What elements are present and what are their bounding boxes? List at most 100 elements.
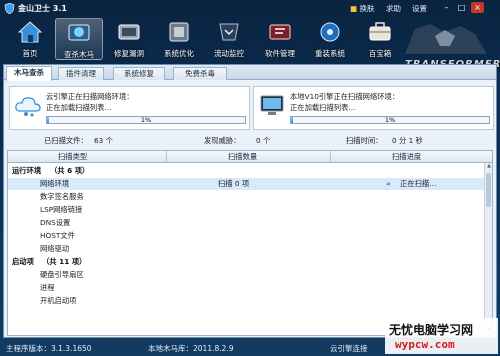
computer-icon (260, 95, 284, 115)
cloud-progress-text: 1% (140, 116, 152, 124)
nav-item-optimize[interactable]: 系统优化 (155, 18, 203, 60)
cloud-progress-bar: 1% (46, 116, 246, 124)
table-row[interactable]: 网络驱动 (8, 243, 486, 255)
table-row[interactable]: DNS设置 (8, 217, 486, 229)
table-row[interactable]: LSP网络链接 (8, 204, 486, 216)
local-progress-text: 1% (384, 116, 396, 124)
local-engine-detail: 正在加载扫描列表... (290, 103, 356, 112)
tab-plugin-clean[interactable]: 插件清理 (58, 67, 104, 80)
trojan-scan-icon (68, 24, 90, 41)
watermark-title: 无忧电脑学习网 (389, 323, 474, 337)
scan-item-name: 开机启动项 (40, 296, 77, 305)
cloud-engine-status: 云引擎正在扫描网络环境： (46, 92, 134, 101)
scan-item-status: 正在扫描... (400, 179, 437, 188)
column-header-progress: 扫描进度 (392, 152, 422, 161)
tab-bar: 木马查杀 插件清理 系统修复 免费杀毒 (4, 65, 496, 81)
tab-trojan-scan[interactable]: 木马查杀 (6, 66, 52, 81)
group-name: 运行环境 (12, 166, 42, 175)
local-progress-bar: 1% (290, 116, 490, 124)
table-row[interactable]: 开机启动项 (8, 295, 486, 307)
nav-label: 查杀木马 (64, 50, 94, 59)
scan-item-name: 网络环境 (40, 179, 70, 188)
home-icon (17, 21, 43, 43)
table-row-group-runtime[interactable]: 运行环境 （共 6 项） (8, 165, 486, 177)
nav-item-home[interactable]: 首页 (6, 18, 54, 60)
cloud-icon (15, 97, 41, 117)
local-engine-card: 本地V10引擎正在扫描网络环境： 正在加载扫描列表... 1% (253, 86, 494, 130)
scan-item-count: 扫描 0 项 (218, 179, 250, 188)
help-button[interactable]: 求助 (386, 3, 401, 14)
skin-button[interactable]: ■ 换肤 (350, 3, 374, 14)
scan-time-label: 扫描时间： (346, 136, 383, 145)
table-row[interactable]: HOST文件 (8, 230, 486, 242)
app-window: 金山卫士 3.1 ■ 换肤 求助 设置 – □ × 首页 查杀木马 修复漏洞 系… (0, 0, 500, 356)
shield-logo-icon (4, 3, 15, 14)
table-row[interactable]: 硬盘引导扇区 (8, 269, 486, 281)
watermark-url: wypcw.com (395, 338, 455, 351)
cloud-connection-status: 云引擎连接 (330, 344, 368, 353)
skin-icon: ■ (350, 4, 358, 13)
app-title: 金山卫士 3.1 (18, 4, 67, 13)
vulnerability-fix-icon (118, 24, 140, 40)
software-manager-icon (269, 24, 291, 40)
nav-item-fix-vuln[interactable]: 修复漏洞 (105, 18, 153, 60)
nav-label: 软件管理 (265, 49, 295, 58)
nav-label: 流动监控 (214, 49, 244, 58)
progress-arrows-icon: » (386, 179, 391, 188)
program-version: 主程序版本：3.1.3.1650 (6, 344, 92, 353)
nav-label: 系统优化 (164, 49, 194, 58)
scan-time-value: 0 分 1 秒 (392, 136, 423, 145)
trojan-db-version: 本地木马库：2011.8.2.9 (148, 344, 234, 353)
scan-item-name: HOST文件 (40, 231, 75, 240)
table-row-group-startup[interactable]: 启动项 （共 11 项） (8, 256, 486, 268)
transformers-robot-graphic (405, 24, 487, 54)
cloud-engine-card: 云引擎正在扫描网络环境： 正在加载扫描列表... 1% (9, 86, 250, 130)
threats-value: 0 个 (256, 136, 271, 145)
nav-item-reinstall[interactable]: 重装系统 (306, 18, 354, 60)
scan-item-name: 网络驱动 (40, 244, 70, 253)
table-row[interactable]: 进程 (8, 282, 486, 294)
scan-item-name: 数字签名服务 (40, 192, 84, 201)
title-bar: 金山卫士 3.1 ■ 换肤 求助 设置 – □ × (0, 0, 500, 16)
main-panel: 木马查杀 插件清理 系统修复 免费杀毒 云引擎正在扫描网络环境： 正在加载扫描列… (3, 64, 497, 338)
tab-system-repair[interactable]: 系统修复 (113, 67, 165, 80)
column-separator (166, 151, 167, 163)
reinstall-icon (320, 22, 340, 42)
group-name: 启动项 (12, 257, 34, 266)
scanned-files-label: 已扫描文件： (44, 136, 88, 145)
scan-item-name: DNS设置 (40, 218, 71, 227)
traffic-monitor-icon (219, 23, 239, 41)
scan-item-name: 硬盘引导扇区 (40, 270, 84, 279)
table-row[interactable]: 数字签名服务 (8, 191, 486, 203)
main-nav: 首页 查杀木马 修复漏洞 系统优化 流动监控 软件管理 重装系统 百宝箱 (0, 16, 500, 70)
system-optimize-icon (169, 22, 189, 42)
scan-item-name: LSP网络链接 (40, 205, 83, 214)
scroll-up-icon[interactable]: ▲ (485, 163, 492, 171)
minimize-button[interactable]: – (440, 2, 453, 13)
toolbox-icon (369, 22, 391, 41)
maximize-button[interactable]: □ (455, 2, 468, 13)
table-header: 扫描类型 扫描数量 扫描进度 (8, 151, 492, 163)
nav-item-trojan-scan[interactable]: 查杀木马 (55, 18, 103, 60)
scanned-files-value: 63 个 (94, 136, 113, 145)
table-scrollbar[interactable]: ▲ ▼ (484, 163, 492, 335)
table-row[interactable]: 网络环境 扫描 0 项 » 正在扫描... (8, 178, 486, 190)
column-header-type: 扫描类型 (58, 152, 88, 161)
nav-item-monitor[interactable]: 流动监控 (205, 18, 253, 60)
column-separator (330, 151, 331, 163)
settings-button[interactable]: 设置 (412, 3, 427, 14)
scan-stats: 已扫描文件： 63 个 发现威胁： 0 个 扫描时间： 0 分 1 秒 (4, 136, 496, 146)
tab-free-antivirus[interactable]: 免费杀毒 (173, 67, 227, 80)
scan-table: 扫描类型 扫描数量 扫描进度 运行环境 （共 6 项） 网络环境 扫描 0 项 … (7, 150, 493, 336)
cloud-engine-detail: 正在加载扫描列表... (46, 103, 112, 112)
column-header-count: 扫描数量 (228, 152, 258, 161)
group-count: （共 11 项） (42, 257, 87, 266)
nav-label: 重装系统 (315, 49, 345, 58)
nav-item-software[interactable]: 软件管理 (256, 18, 304, 60)
skin-label: 换肤 (359, 4, 375, 13)
scrollbar-thumb[interactable] (486, 173, 491, 207)
close-button[interactable]: × (471, 2, 484, 13)
scan-item-name: 进程 (40, 283, 55, 292)
nav-label: 修复漏洞 (114, 49, 144, 58)
local-engine-status: 本地V10引擎正在扫描网络环境： (290, 92, 400, 101)
